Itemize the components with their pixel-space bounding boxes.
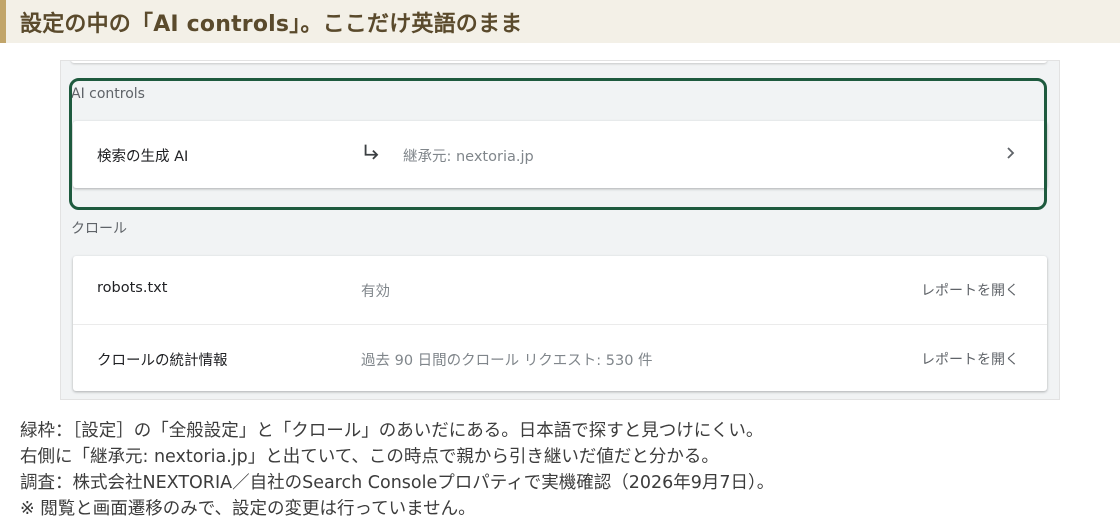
settings-row-search-generative-ai[interactable]: 検索の生成 AI 継承元: nextoria.jp (73, 121, 1047, 188)
subdirectory-arrow-icon (364, 144, 379, 160)
section-label-crawl: クロール (71, 221, 127, 237)
caption-notes: 緑枠：［設定］の「全般設定」と「クロール」のあいだにある。日本語で探すと見つけに… (20, 418, 1110, 522)
section-label-ai-controls: AI controls (71, 86, 145, 102)
previous-card-edge (71, 61, 1047, 63)
caption-banner: 設定の中の「AI controls」。ここだけ英語のまま (0, 0, 1120, 43)
note-line: 右側に「継承元: nextoria.jp」と出ていて、この時点で親から引き継いだ… (20, 447, 719, 467)
note-line: 緑枠：［設定］の「全般設定」と「クロール」のあいだにある。日本語で探すと見つけに… (20, 421, 764, 441)
note-line: 調査：株式会社NEXTORIA／自社のSearch Consoleプロパティで実… (20, 473, 775, 493)
banner-title: 設定の中の「AI controls」。ここだけ英語のまま (20, 12, 523, 37)
row-name: robots.txt (97, 280, 168, 296)
open-report-link[interactable]: レポートを開く (921, 280, 1019, 300)
ai-controls-card: 検索の生成 AI 継承元: nextoria.jp (73, 121, 1047, 188)
row-value: 有効 (361, 284, 390, 300)
row-inherited-value: 継承元: nextoria.jp (403, 149, 534, 165)
row-value: 過去 90 日間のクロール リクエスト: 530 件 (361, 353, 653, 369)
crawl-card: robots.txt 有効 レポートを開く クロールの統計情報 過去 90 日間… (73, 256, 1047, 391)
row-name: 検索の生成 AI (97, 149, 189, 165)
chevron-right-icon[interactable] (1005, 143, 1017, 163)
settings-row-robots-txt[interactable]: robots.txt 有効 レポートを開く (73, 256, 1047, 323)
open-report-link[interactable]: レポートを開く (921, 349, 1019, 369)
settings-screenshot: AI controls 検索の生成 AI 継承元: nextoria.jp クロ… (60, 60, 1060, 400)
note-line: ※ 閲覧と画面遷移のみで、設定の変更は行っていません。 (20, 499, 476, 519)
row-name: クロールの統計情報 (97, 353, 228, 369)
settings-row-crawl-stats[interactable]: クロールの統計情報 過去 90 日間のクロール リクエスト: 530 件 レポー… (73, 324, 1047, 392)
